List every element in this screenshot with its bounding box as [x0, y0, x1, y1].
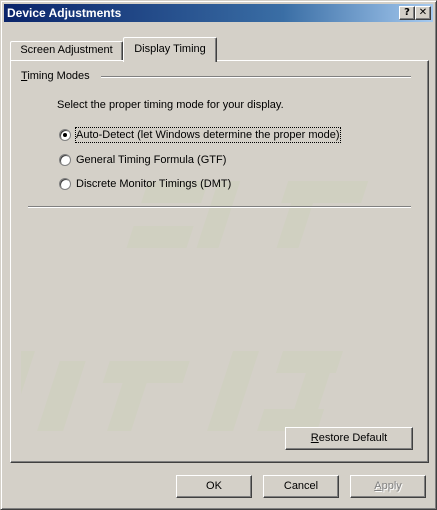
radio-unchecked-icon[interactable]	[59, 154, 71, 166]
restore-mnemonic: R	[310, 432, 319, 444]
radio-gtf[interactable]: General Timing Formula (GTF)	[59, 153, 226, 167]
apply-label: pply	[381, 480, 402, 492]
device-adjustments-dialog: Device Adjustments ? ✕ Screen Adjustment…	[0, 0, 437, 510]
title-bar[interactable]: Device Adjustments ? ✕	[4, 4, 433, 22]
window-title: Device Adjustments	[7, 6, 122, 20]
group-title-timing-modes: Timing Modes	[21, 69, 94, 83]
ok-button[interactable]: OK	[176, 475, 252, 498]
radio-dmt[interactable]: Discrete Monitor Timings (DMT)	[59, 177, 231, 191]
close-button[interactable]: ✕	[415, 6, 431, 20]
timing-instruction: Select the proper timing mode for your d…	[57, 99, 284, 111]
group-line-bottom	[28, 206, 411, 208]
radio-label[interactable]: Auto-Detect (let Windows determine the p…	[75, 127, 341, 143]
restore-label: estore Default	[318, 432, 388, 444]
tab-label: Display Timing	[134, 43, 206, 55]
close-icon: ✕	[418, 7, 428, 18]
radio-label[interactable]: Discrete Monitor Timings (DMT)	[76, 177, 231, 191]
help-button[interactable]: ?	[399, 6, 415, 20]
tab-label: Screen Adjustment	[20, 44, 113, 56]
apply-mnemonic: A	[374, 480, 382, 492]
title-bar-buttons: ? ✕	[399, 6, 431, 20]
radio-auto-detect[interactable]: Auto-Detect (let Windows determine the p…	[59, 127, 341, 143]
radio-label[interactable]: General Timing Formula (GTF)	[76, 153, 226, 167]
tab-display-timing[interactable]: Display Timing	[123, 37, 217, 62]
group-title-text: iming Modes	[27, 70, 90, 82]
radio-unchecked-icon[interactable]	[59, 178, 71, 190]
cancel-button[interactable]: Cancel	[263, 475, 339, 498]
tab-screen-adjustment[interactable]: Screen Adjustment	[10, 41, 123, 60]
apply-button[interactable]: Apply	[350, 475, 426, 498]
restore-default-button[interactable]: Restore Default	[285, 427, 413, 450]
tab-panel-display-timing	[10, 60, 429, 463]
radio-checked-icon[interactable]	[59, 129, 71, 141]
group-line-top	[101, 76, 411, 78]
